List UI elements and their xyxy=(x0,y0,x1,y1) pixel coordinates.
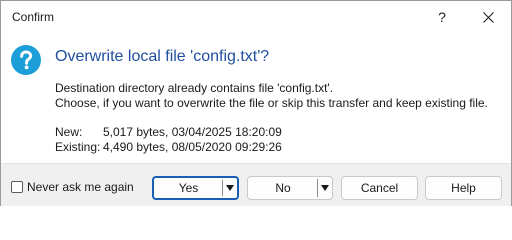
never-ask-checkbox[interactable]: Never ask me again xyxy=(11,180,134,194)
no-button-label[interactable]: No xyxy=(248,177,318,199)
message-line-1: Destination directory already contains f… xyxy=(55,81,334,95)
dropdown-arrow-icon[interactable] xyxy=(321,185,329,191)
yes-split-divider xyxy=(222,180,223,196)
title-help-button[interactable]: ? xyxy=(419,1,465,33)
no-split-divider xyxy=(317,179,318,197)
yes-button[interactable]: Yes xyxy=(152,176,239,200)
new-value: 5,017 bytes, 03/04/2025 18:20:09 xyxy=(103,125,282,139)
title-bar: Confirm ? xyxy=(1,1,511,33)
existing-label: Existing: xyxy=(55,140,101,154)
close-icon xyxy=(482,11,494,23)
dialog-content: Overwrite local file 'config.txt'? Desti… xyxy=(1,33,511,163)
no-button[interactable]: No xyxy=(247,176,333,200)
dropdown-arrow-icon[interactable] xyxy=(226,185,234,191)
help-button[interactable]: Help xyxy=(425,176,502,200)
title-close-button[interactable] xyxy=(465,1,511,33)
yes-button-label[interactable]: Yes xyxy=(154,178,223,198)
message-line-2: Choose, if you want to overwrite the fil… xyxy=(55,96,488,110)
existing-value: 4,490 bytes, 08/05/2020 09:29:26 xyxy=(103,140,282,154)
window-title: Confirm xyxy=(12,10,55,24)
question-icon xyxy=(11,45,41,75)
never-ask-label[interactable]: Never ask me again xyxy=(27,180,134,194)
dialog-heading: Overwrite local file 'config.txt'? xyxy=(55,48,270,65)
cancel-button[interactable]: Cancel xyxy=(341,176,418,200)
button-bar: Never ask me again Yes No Cancel Help xyxy=(1,163,511,206)
new-file-info: New: 5,017 bytes, 03/04/2025 18:20:09 xyxy=(55,125,282,139)
checkbox-box[interactable] xyxy=(11,181,23,193)
confirm-dialog: Confirm ? Overwrite local file 'config.t… xyxy=(0,0,512,206)
new-label: New: xyxy=(55,125,83,139)
existing-file-info: Existing: 4,490 bytes, 08/05/2020 09:29:2… xyxy=(55,140,282,154)
